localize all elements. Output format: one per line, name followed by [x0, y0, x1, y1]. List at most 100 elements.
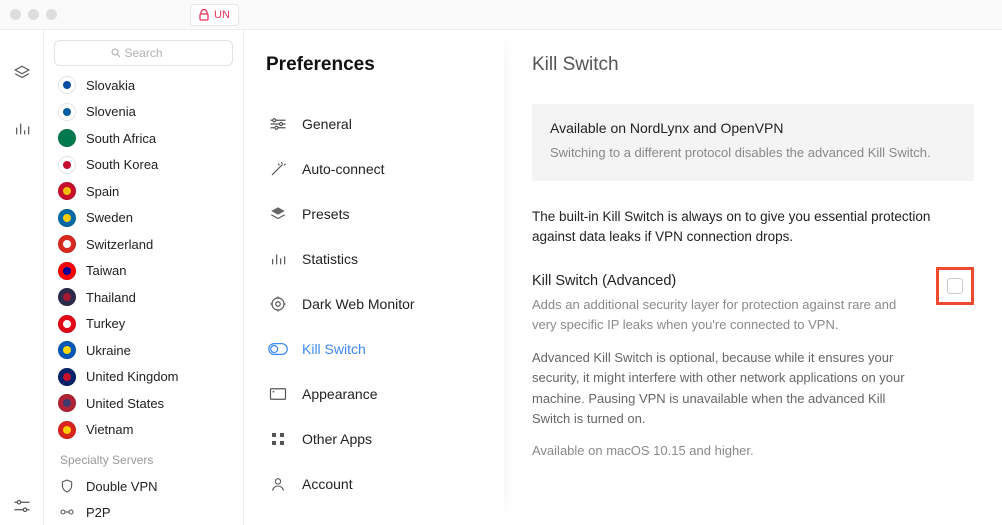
- flag-icon: [58, 209, 76, 227]
- rect-icon: [268, 384, 288, 404]
- search-input[interactable]: [54, 40, 233, 66]
- flag-icon: [58, 341, 76, 359]
- nav-item-label: Auto-connect: [302, 161, 385, 177]
- country-name: Turkey: [86, 316, 125, 331]
- country-item[interactable]: Thailand: [58, 284, 243, 311]
- advanced-row: Kill Switch (Advanced) Adds an additiona…: [532, 273, 974, 458]
- flag-icon: [58, 368, 76, 386]
- nav-item-auto-connect[interactable]: Auto-connect: [266, 151, 504, 187]
- iconbar: [0, 30, 44, 525]
- country-item[interactable]: United States: [58, 390, 243, 417]
- nav-item-label: Dark Web Monitor: [302, 296, 415, 312]
- country-item[interactable]: United Kingdom: [58, 364, 243, 391]
- specialty-item[interactable]: Double VPN: [58, 473, 243, 499]
- country-scroll[interactable]: Slovakia Slovenia South Africa South Korea S…: [44, 72, 243, 525]
- country-item[interactable]: Spain: [58, 178, 243, 205]
- country-name: Ukraine: [86, 343, 131, 358]
- detail-pane: Kill Switch Available on NordLynx and Op…: [504, 30, 1002, 525]
- advanced-para: Advanced Kill Switch is optional, becaus…: [532, 348, 916, 429]
- advanced-sub: Adds an additional security layer for pr…: [532, 295, 916, 334]
- specialty-item[interactable]: P2P: [58, 499, 243, 525]
- settings-icon[interactable]: [13, 497, 31, 515]
- country-item[interactable]: Ukraine: [58, 337, 243, 364]
- nav-item-kill-switch[interactable]: Kill Switch: [266, 331, 504, 367]
- country-name: South Africa: [86, 131, 156, 146]
- country-item[interactable]: Switzerland: [58, 231, 243, 258]
- flag-icon: [58, 156, 76, 174]
- nav-item-label: General: [302, 116, 352, 132]
- window-controls: [10, 9, 57, 20]
- bars-icon: [268, 249, 288, 269]
- user-icon: [268, 474, 288, 494]
- layers-icon: [268, 204, 288, 224]
- country-name: Slovenia: [86, 104, 136, 119]
- info-title: Available on NordLynx and OpenVPN: [550, 120, 956, 136]
- app-window: UN SlovakiaSloveniaSouth A: [0, 0, 1002, 525]
- nav-item-general[interactable]: General: [266, 106, 504, 142]
- wand-icon: [268, 159, 288, 179]
- advanced-text: Kill Switch (Advanced) Adds an additiona…: [532, 273, 916, 458]
- shield-icon: [58, 477, 76, 495]
- sliders-icon: [268, 114, 288, 134]
- min-dot[interactable]: [28, 9, 39, 20]
- preferences-nav: General Auto-connect Presets Statistics Dark…: [266, 106, 504, 502]
- preferences-title: Preferences: [266, 54, 504, 76]
- close-dot[interactable]: [10, 9, 21, 20]
- nav-item-label: Kill Switch: [302, 341, 366, 357]
- grid-icon: [268, 429, 288, 449]
- country-list: Slovakia Slovenia South Africa South Korea S…: [58, 72, 243, 443]
- nav-item-label: Account: [302, 476, 353, 492]
- nav-item-label: Statistics: [302, 251, 358, 267]
- country-name: Spain: [86, 184, 119, 199]
- info-box: Available on NordLynx and OpenVPN Switch…: [532, 104, 974, 181]
- country-name: Thailand: [86, 290, 136, 305]
- country-item[interactable]: Vietnam: [58, 417, 243, 444]
- nav-item-presets[interactable]: Presets: [266, 196, 504, 232]
- country-item[interactable]: South Africa: [58, 125, 243, 152]
- nav-item-dark-web-monitor[interactable]: Dark Web Monitor: [266, 286, 504, 322]
- advanced-title: Kill Switch (Advanced): [532, 273, 916, 289]
- country-name: United States: [86, 396, 164, 411]
- nav-item-appearance[interactable]: Appearance: [266, 376, 504, 412]
- country-name: Vietnam: [86, 422, 133, 437]
- specialty-name: Double VPN: [86, 479, 158, 494]
- flag-icon: [58, 182, 76, 200]
- status-pill[interactable]: UN: [190, 4, 239, 26]
- country-item[interactable]: Slovenia: [58, 99, 243, 126]
- flag-icon: [58, 76, 76, 94]
- lock-icon: [199, 9, 209, 21]
- country-item[interactable]: Taiwan: [58, 258, 243, 285]
- layers-icon[interactable]: [13, 64, 31, 82]
- nav-item-label: Appearance: [302, 386, 378, 402]
- switch-icon: [268, 339, 288, 359]
- preferences-column: Preferences General Auto-connect Presets St…: [244, 30, 504, 525]
- titlebar: UN: [0, 0, 1002, 30]
- flag-icon: [58, 103, 76, 121]
- builtin-paragraph: The built-in Kill Switch is always on to…: [532, 207, 974, 248]
- flag-icon: [58, 288, 76, 306]
- target-icon: [268, 294, 288, 314]
- flag-icon: [58, 262, 76, 280]
- search-wrap: [44, 30, 243, 72]
- country-item[interactable]: Turkey: [58, 311, 243, 338]
- body: Slovakia Slovenia South Africa South Korea S…: [0, 30, 1002, 525]
- country-item[interactable]: Slovakia: [58, 72, 243, 99]
- specialty-label: Specialty Servers: [60, 453, 243, 467]
- stats-icon[interactable]: [13, 120, 31, 138]
- nav-item-account[interactable]: Account: [266, 466, 504, 502]
- nav-item-other-apps[interactable]: Other Apps: [266, 421, 504, 457]
- advanced-checkbox[interactable]: [947, 278, 963, 294]
- country-name: Slovakia: [86, 78, 135, 93]
- detail-heading: Kill Switch: [532, 54, 974, 76]
- country-item[interactable]: Sweden: [58, 205, 243, 232]
- country-item[interactable]: South Korea: [58, 152, 243, 179]
- specialty-list: Double VPN P2P: [58, 473, 243, 525]
- nav-item-label: Presets: [302, 206, 349, 222]
- country-name: Taiwan: [86, 263, 126, 278]
- nav-item-statistics[interactable]: Statistics: [266, 241, 504, 277]
- nav-item-label: Other Apps: [302, 431, 372, 447]
- search-icon: [110, 47, 122, 59]
- max-dot[interactable]: [46, 9, 57, 20]
- country-name: Sweden: [86, 210, 133, 225]
- country-name: South Korea: [86, 157, 158, 172]
